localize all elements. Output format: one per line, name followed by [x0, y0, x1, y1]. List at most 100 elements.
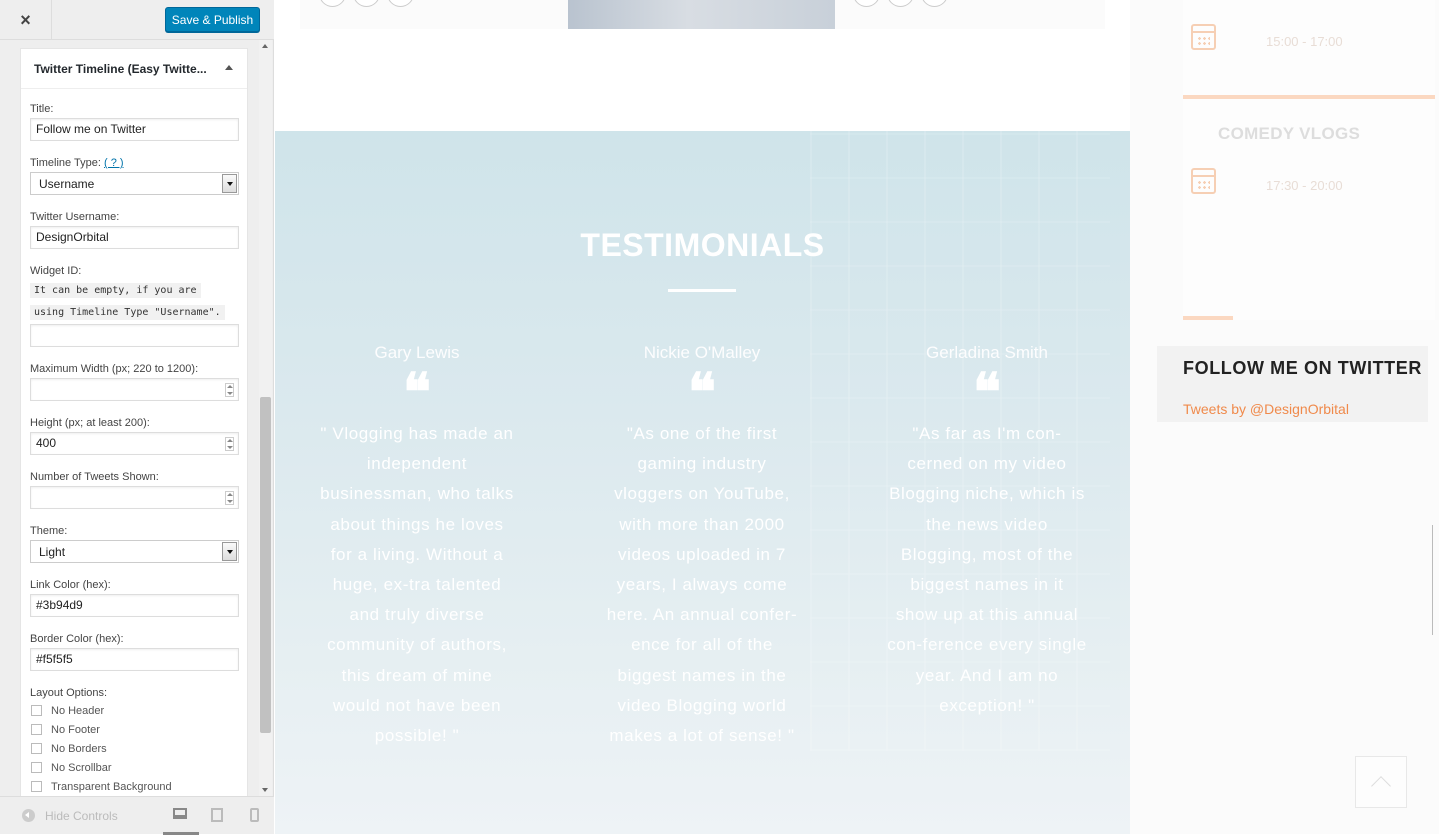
desktop-preview-icon[interactable] — [173, 808, 187, 819]
team-photo — [568, 0, 835, 29]
panel-footer: Hide Controls — [0, 796, 274, 834]
scroll-up-icon[interactable] — [262, 44, 268, 48]
spinner-icon[interactable] — [225, 437, 234, 451]
widget-title: Twitter Timeline (Easy Twitte... — [34, 61, 207, 76]
dropdown-arrow-icon[interactable] — [222, 542, 237, 561]
link-color-label: Link Color (hex): — [30, 579, 111, 591]
quote-icon: ❝ — [973, 362, 1001, 423]
twitter-widget-preview: FOLLOW ME ON TWITTER Tweets by @DesignOr… — [1157, 346, 1428, 422]
events-widget: 15:00 - 17:00 COMEDY VLOGS 17:30 - 20:00 — [1183, 0, 1435, 320]
layout-option[interactable]: No Footer — [30, 720, 238, 739]
calendar-icon — [1191, 24, 1216, 50]
event-divider — [1183, 95, 1435, 99]
event-time: 15:00 - 17:00 — [1266, 34, 1343, 49]
testimonials-heading: TESTIMONIALS — [580, 227, 825, 263]
testimonial-name: Gerladina Smith — [926, 343, 1048, 362]
panel-scrollbar[interactable] — [259, 40, 272, 796]
theme-label: Theme: — [30, 525, 68, 537]
border-color-label: Border Color (hex): — [30, 633, 124, 645]
timeline-type-help-link[interactable]: ( ? ) — [104, 157, 124, 169]
hide-controls-label: Hide Controls — [45, 808, 118, 823]
event-title[interactable]: COMEDY VLOGS — [1218, 124, 1360, 144]
close-button[interactable]: × — [0, 0, 52, 40]
height-label: Height (px; at least 200): — [30, 417, 150, 429]
layout-option-label: No Footer — [51, 723, 100, 736]
max-width-input[interactable] — [30, 378, 239, 401]
layout-option-label: No Borders — [51, 742, 107, 755]
spinner-icon[interactable] — [225, 491, 234, 505]
link-color-input[interactable]: #3b94d9 — [30, 594, 239, 617]
scroll-down-icon[interactable] — [262, 788, 268, 792]
testimonial-name: Nickie O'Malley — [643, 343, 761, 362]
checkbox[interactable] — [31, 781, 42, 792]
border-color-input[interactable]: #f5f5f5 — [30, 648, 239, 671]
collapse-icon — [22, 809, 35, 822]
twitter-widget: Twitter Timeline (Easy Twitte... Title: … — [20, 48, 248, 796]
calendar-icon — [1191, 168, 1216, 194]
layout-option-label: No Scrollbar — [51, 761, 112, 774]
scrollbar-thumb[interactable] — [260, 397, 271, 733]
testimonial-text: " Vlogging has made an independent busin… — [320, 424, 514, 746]
save-publish-button[interactable]: Save & Publish — [165, 7, 260, 32]
customizer-panel: × Save & Publish Twitter Timeline (Easy … — [0, 0, 274, 835]
mobile-preview-icon[interactable] — [250, 808, 259, 822]
theme-select[interactable]: Light — [30, 540, 239, 563]
tablet-preview-icon[interactable] — [211, 808, 223, 822]
testimonial-name: Gary Lewis — [374, 343, 460, 362]
twitter-widget-title: FOLLOW ME ON TWITTER — [1183, 358, 1422, 378]
chevron-up-icon — [1371, 776, 1391, 796]
tweets-label: Number of Tweets Shown: — [30, 471, 159, 483]
checkbox[interactable] — [31, 705, 42, 716]
theme-value: Light — [39, 545, 66, 559]
quote-icon: ❝ — [688, 362, 716, 423]
widget-id-note-line-1: It can be empty, if you are — [30, 283, 201, 298]
widget-title-bar[interactable]: Twitter Timeline (Easy Twitte... — [21, 49, 247, 89]
quote-icon: ❝ — [403, 362, 431, 423]
timeline-type-value: Username — [39, 177, 95, 191]
widget-form: Title: Follow me on Twitter Timeline Typ… — [21, 103, 247, 796]
title-input[interactable]: Follow me on Twitter — [30, 118, 239, 141]
layout-option-label: Transparent Background — [51, 780, 172, 793]
max-width-label: Maximum Width (px; 220 to 1200): — [30, 363, 199, 375]
layout-option-label: No Header — [51, 704, 105, 717]
spinner-icon[interactable] — [225, 383, 234, 397]
widget-id-note: It can be empty, if you are using Timeli… — [30, 279, 238, 323]
testimonials-section: TESTIMONIALS Gary Lewis ❝ " Vlogging has… — [275, 131, 1130, 834]
testimonial-text: "As far as I'm con-cerned on my video Bl… — [887, 424, 1087, 715]
tweets-input[interactable] — [30, 486, 239, 509]
widget-id-label: Widget ID: — [30, 265, 82, 277]
panel-scroll-area: Twitter Timeline (Easy Twitte... Title: … — [0, 40, 274, 796]
testimonial-card: Gary Lewis ❝ " Vlogging has made an inde… — [317, 343, 517, 751]
username-input[interactable]: DesignOrbital — [30, 226, 239, 249]
testimonial-card: Gerladina Smith ❝ "As far as I'm con-cer… — [887, 343, 1087, 721]
widget-id-input[interactable] — [30, 324, 239, 347]
back-to-top-button[interactable] — [1355, 756, 1407, 808]
layout-option[interactable]: No Scrollbar — [30, 758, 238, 777]
layout-option[interactable]: No Header — [30, 701, 238, 720]
timeline-type-select[interactable]: Username — [30, 172, 239, 195]
title-label: Title: — [30, 103, 54, 115]
panel-header: × Save & Publish — [0, 0, 274, 40]
event-divider — [1183, 316, 1233, 320]
hide-controls-button[interactable]: Hide Controls — [0, 809, 118, 823]
dropdown-arrow-icon[interactable] — [222, 174, 237, 193]
heading-divider — [668, 289, 736, 292]
widget-id-note-line-2: using Timeline Type "Username". — [30, 305, 225, 320]
twitter-timeline-link[interactable]: Tweets by @DesignOrbital — [1183, 401, 1349, 417]
testimonial-card: Nickie O'Malley ❝ "As one of the first g… — [602, 343, 802, 751]
layout-option[interactable]: No Borders — [30, 739, 238, 758]
timeline-type-label-text: Timeline Type: — [30, 157, 101, 169]
collapse-arrow-icon[interactable] — [225, 65, 233, 70]
checkbox[interactable] — [31, 743, 42, 754]
username-label: Twitter Username: — [30, 211, 120, 223]
layout-option[interactable]: Transparent Background — [30, 777, 238, 796]
checkbox[interactable] — [31, 762, 42, 773]
testimonial-text: "As one of the first gaming industry vlo… — [606, 424, 798, 746]
height-input[interactable]: 400 — [30, 432, 239, 455]
event-time: 17:30 - 20:00 — [1266, 178, 1343, 193]
checkbox[interactable] — [31, 724, 42, 735]
layout-options-list: No Header No Footer No Borders No Scroll… — [30, 701, 238, 796]
preview-scroll-edge — [1432, 525, 1439, 635]
timeline-type-label: Timeline Type: ( ? ) — [30, 157, 238, 169]
site-preview: TESTIMONIALS Gary Lewis ❝ " Vlogging has… — [275, 0, 1439, 834]
